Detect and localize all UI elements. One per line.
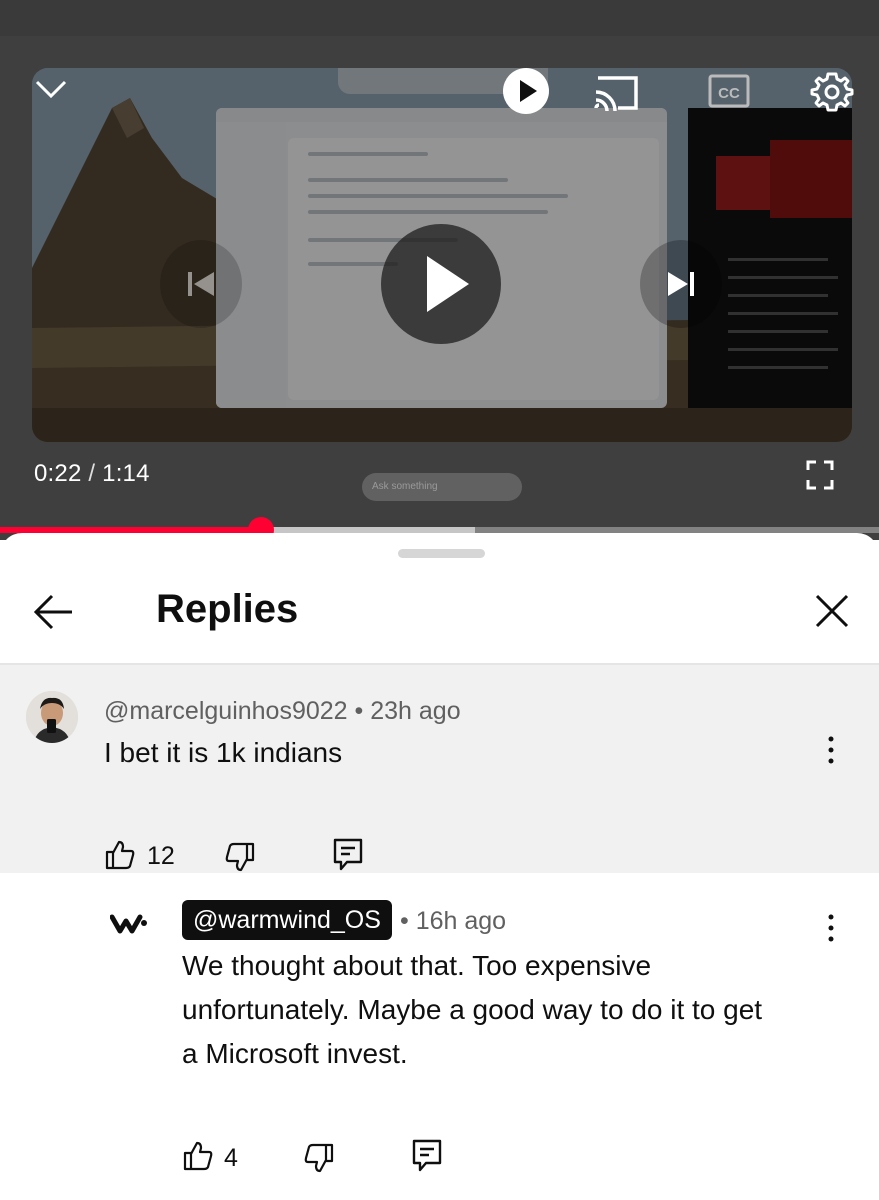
video-player[interactable]: CC 0:22 / 1:14 Ask something	[0, 0, 879, 540]
like-count: 12	[147, 842, 175, 870]
reply-icon[interactable]	[332, 837, 364, 878]
reply-text-line: We thought about that. Too expensive	[182, 950, 652, 981]
chevron-down-icon[interactable]	[34, 74, 68, 104]
skip-previous-icon[interactable]	[160, 240, 242, 328]
cast-icon[interactable]	[592, 72, 640, 112]
parent-comment: @marcelguinhos9022 • 23h ago I bet it is…	[0, 665, 879, 873]
comment-meta: @marcelguinhos9022 • 23h ago	[104, 697, 461, 726]
play-icon[interactable]	[381, 224, 501, 344]
more-options-icon[interactable]	[826, 735, 836, 765]
comment-time: • 23h ago	[354, 697, 461, 725]
ask-input[interactable]: Ask something	[362, 473, 522, 501]
gear-icon[interactable]	[808, 68, 856, 116]
duration-time: 1:14	[102, 460, 150, 487]
like-icon[interactable]	[182, 1140, 214, 1177]
comment-author[interactable]: @marcelguinhos9022	[104, 697, 348, 725]
reply-icon[interactable]	[411, 1138, 443, 1179]
closed-captions-icon[interactable]: CC	[708, 74, 750, 108]
replies-sheet: Replies @marcelguinhos9022 • 23h ago I b…	[0, 533, 879, 1200]
reply-text-line: a Microsoft invest.	[182, 1038, 408, 1069]
elapsed-time: 0:22	[34, 460, 82, 487]
like-icon[interactable]	[104, 839, 136, 876]
back-arrow-icon[interactable]	[30, 589, 76, 635]
avatar[interactable]	[26, 691, 78, 743]
comment-text: I bet it is 1k indians	[104, 737, 343, 768]
like-count: 4	[224, 1144, 238, 1172]
reply-comment: @warmwind_OS • 16h ago We thought about …	[0, 873, 879, 1200]
play-icon[interactable]	[503, 68, 549, 114]
creator-author-badge[interactable]: @warmwind_OS	[182, 900, 392, 940]
dislike-icon[interactable]	[303, 1142, 335, 1179]
svg-text:CC: CC	[718, 85, 740, 102]
reply-text-line: unfortunately. Maybe a good way to do it…	[182, 994, 763, 1025]
reply-time: • 16h ago	[400, 907, 507, 935]
time-display: 0:22 / 1:14	[34, 460, 150, 488]
time-separator: /	[88, 460, 96, 487]
status-bar	[0, 0, 879, 36]
page-title: Replies	[156, 587, 299, 631]
more-options-icon[interactable]	[826, 913, 836, 943]
fullscreen-icon[interactable]	[806, 460, 834, 490]
drag-handle[interactable]	[398, 549, 485, 558]
warmwind-logo-icon[interactable]	[109, 913, 148, 940]
close-icon[interactable]	[812, 591, 852, 631]
skip-next-icon[interactable]	[640, 240, 722, 328]
